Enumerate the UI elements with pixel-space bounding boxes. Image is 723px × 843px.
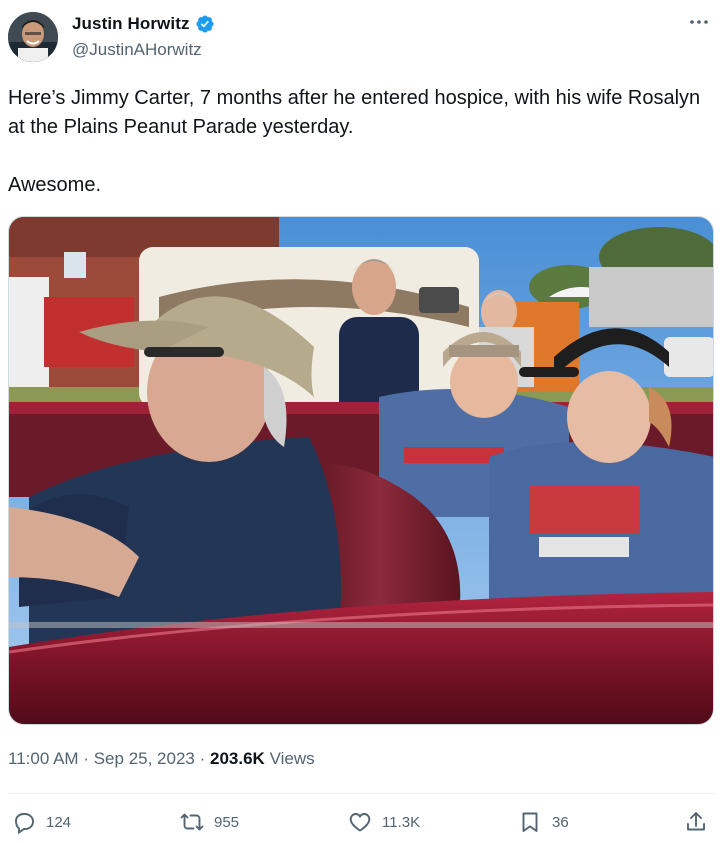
reply-count: 124 <box>46 813 72 831</box>
more-horizontal-icon[interactable] <box>687 10 711 34</box>
repost-button[interactable]: 955 <box>180 810 239 834</box>
tweet-date[interactable]: Sep 25, 2023 <box>94 749 195 768</box>
tweet-paragraph: Awesome. <box>8 174 102 196</box>
reply-icon <box>15 813 34 834</box>
meta-separator: · <box>83 749 89 768</box>
meta-separator: · <box>199 749 206 768</box>
tweet-meta: 11:00 AM · Sep 25, 2023 · 203.6K Views <box>8 749 315 769</box>
repost-count: 955 <box>214 813 240 831</box>
share-icon <box>687 812 705 831</box>
heart-icon <box>349 813 371 832</box>
tweet-text: Here’s Jimmy Carter, 7 months after he e… <box>8 84 708 200</box>
parade-photo-illustration <box>9 217 713 724</box>
reply-button[interactable]: 124 <box>12 810 71 834</box>
bookmark-count: 36 <box>552 813 569 831</box>
repost-icon <box>180 813 204 831</box>
views-label: Views <box>269 749 315 768</box>
divider <box>8 793 715 794</box>
avatar-image <box>8 12 58 62</box>
author-display-name[interactable]: Justin Horwitz <box>72 14 190 34</box>
share-button[interactable] <box>684 810 708 834</box>
bookmark-button[interactable]: 36 <box>518 810 569 834</box>
like-button[interactable]: 11.3K <box>348 810 420 834</box>
tweet-time[interactable]: 11:00 AM <box>8 749 79 768</box>
like-count: 11.3K <box>382 813 421 831</box>
avatar[interactable] <box>8 12 58 62</box>
verified-badge-icon <box>196 15 214 33</box>
author-handle[interactable]: @JustinAHorwitz <box>72 40 202 60</box>
bookmark-icon <box>522 812 538 832</box>
tweet-photo[interactable] <box>8 216 714 725</box>
action-bar: 124 955 11.3K 36 <box>0 806 723 840</box>
views-count: 203.6K <box>210 749 265 768</box>
tweet-paragraph: Here’s Jimmy Carter, 7 months after he e… <box>8 87 701 138</box>
